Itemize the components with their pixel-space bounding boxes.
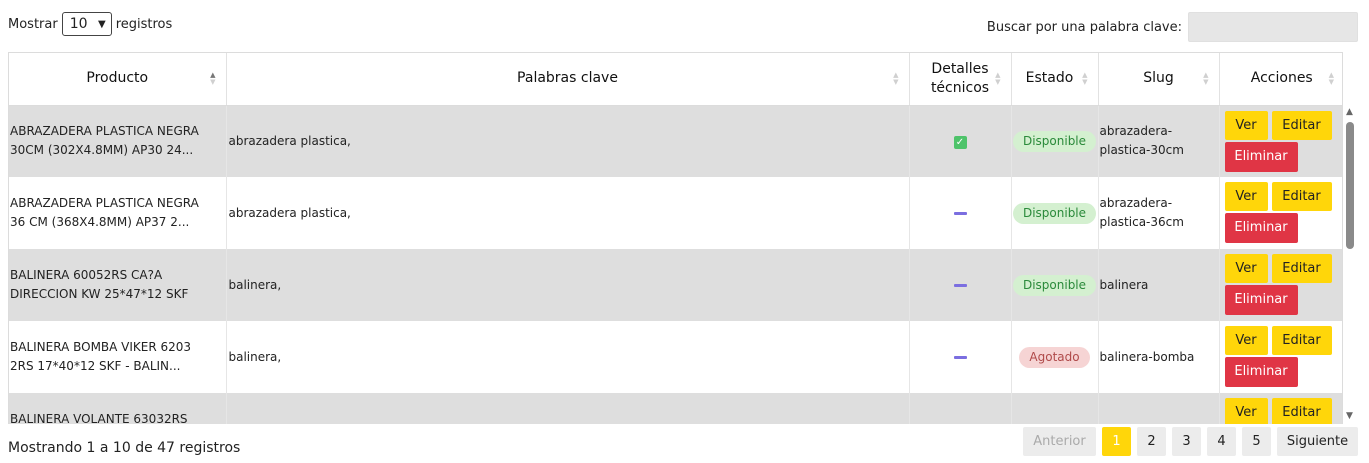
- products-table: Producto ▲ ▼ Palabras clave ▲ ▼ Detalles téc…: [8, 52, 1343, 424]
- page-button-2[interactable]: 2: [1137, 427, 1166, 456]
- keywords: abrazadera plastica,: [226, 177, 910, 249]
- slug: balinera: [1098, 249, 1220, 321]
- table-info: Mostrando 1 a 10 de 47 registros: [8, 440, 241, 456]
- delete-button[interactable]: Eliminar: [1224, 141, 1298, 172]
- header-acciones[interactable]: Acciones ▲ ▼: [1219, 53, 1342, 106]
- status-cell: Disponible: [1011, 105, 1099, 177]
- delete-button[interactable]: Eliminar: [1224, 213, 1298, 243]
- search-area: Buscar por una palabra clave:: [987, 12, 1358, 42]
- keywords: abrazadera plastica,: [226, 105, 910, 177]
- page-length-select[interactable]: 10 ▼: [61, 12, 112, 36]
- product-name: BALINERA BOMBA VIKER 6203 2RS 17*40*12 S…: [9, 321, 227, 393]
- status-badge: Disponible: [1012, 202, 1097, 224]
- edit-button[interactable]: Editar: [1271, 182, 1332, 211]
- header-label: Producto: [86, 70, 149, 87]
- tech-details-cell: [909, 321, 1012, 393]
- status-badge: Agotado: [1019, 346, 1090, 368]
- product-name: ABRAZADERA PLASTICA NEGRA 36 CM (368X4.8…: [9, 177, 227, 249]
- vertical-scrollbar[interactable]: ▲ ▼: [1343, 104, 1358, 424]
- header-estado[interactable]: Estado ▲ ▼: [1011, 53, 1099, 106]
- header-detalles-tecnicos[interactable]: Detalles técnicos ▲ ▼: [909, 53, 1012, 106]
- dash-icon: [953, 355, 967, 359]
- next-page-button[interactable]: Siguiente: [1277, 427, 1358, 456]
- status-badge: Disponible: [1012, 274, 1097, 296]
- view-button[interactable]: Ver: [1224, 254, 1268, 283]
- actions-cell: Ver Editar: [1219, 393, 1342, 424]
- edit-button[interactable]: Editar: [1271, 326, 1332, 355]
- dash-icon: [953, 283, 967, 287]
- slug: abrazadera-plastica-36cm: [1098, 177, 1220, 249]
- length-label-before: Mostrar: [8, 16, 58, 32]
- status-cell: Agotado: [1011, 321, 1099, 393]
- check-icon: ✓: [953, 135, 967, 149]
- edit-button[interactable]: Editar: [1271, 110, 1332, 140]
- product-name: BALINERA VOLANTE 63032RS: [9, 393, 227, 424]
- page-button-4[interactable]: 4: [1207, 427, 1236, 456]
- delete-button[interactable]: Eliminar: [1224, 285, 1298, 315]
- actions-cell: Ver Editar Eliminar: [1219, 177, 1342, 249]
- dash-icon: [953, 211, 967, 215]
- table-row: BALINERA 60052RS CA?A DIRECCION KW 25*47…: [9, 249, 1342, 321]
- table-header-row: Producto ▲ ▼ Palabras clave ▲ ▼ Detalles téc…: [9, 53, 1342, 106]
- sort-icon: ▲ ▼: [995, 70, 1001, 86]
- header-palabras-clave[interactable]: Palabras clave ▲ ▼: [226, 53, 910, 106]
- status-cell: Disponible: [1011, 249, 1099, 321]
- sort-icon: ▲ ▼: [210, 70, 216, 86]
- previous-page-button[interactable]: Anterior: [1023, 427, 1096, 456]
- slug: [1098, 393, 1220, 424]
- length-menu: Mostrar 10 ▼ registros: [8, 12, 172, 36]
- table-row: BALINERA VOLANTE 63032RS Ver Editar: [9, 393, 1342, 424]
- keywords: balinera,: [226, 321, 910, 393]
- sort-icon: ▲ ▼: [1082, 70, 1088, 86]
- header-slug[interactable]: Slug ▲ ▼: [1098, 53, 1220, 106]
- view-button[interactable]: Ver: [1224, 326, 1268, 355]
- edit-button[interactable]: Editar: [1271, 254, 1332, 283]
- product-name: BALINERA 60052RS CA?A DIRECCION KW 25*47…: [9, 249, 227, 321]
- view-button[interactable]: Ver: [1224, 110, 1268, 140]
- sort-icon: ▲ ▼: [1328, 70, 1334, 86]
- header-label: Acciones: [1250, 70, 1313, 87]
- product-name: ABRAZADERA PLASTICA NEGRA 30CM (302X4.8M…: [9, 105, 227, 177]
- page-button-5[interactable]: 5: [1242, 427, 1271, 456]
- view-button[interactable]: Ver: [1224, 182, 1268, 211]
- scroll-up-icon[interactable]: ▲: [1346, 107, 1353, 117]
- table-row: ABRAZADERA PLASTICA NEGRA 36 CM (368X4.8…: [9, 177, 1342, 249]
- status-badge: Disponible: [1012, 130, 1097, 152]
- header-label: Detalles técnicos: [930, 60, 990, 96]
- table-row: ABRAZADERA PLASTICA NEGRA 30CM (302X4.8M…: [9, 105, 1342, 177]
- status-cell: Disponible: [1011, 177, 1099, 249]
- page-length-value: 10: [69, 16, 88, 32]
- chevron-down-icon: ▼: [98, 18, 106, 30]
- tech-details-cell: ✓: [909, 105, 1012, 177]
- view-button[interactable]: Ver: [1224, 398, 1268, 424]
- header-label: Palabras clave: [517, 70, 618, 87]
- slug: balinera-bomba: [1098, 321, 1220, 393]
- table-row: BALINERA BOMBA VIKER 6203 2RS 17*40*12 S…: [9, 321, 1342, 393]
- header-label: Estado: [1025, 70, 1074, 87]
- sort-icon: ▲ ▼: [1203, 70, 1209, 86]
- slug: abrazadera-plastica-30cm: [1098, 105, 1220, 177]
- page-button-1[interactable]: 1: [1102, 427, 1131, 456]
- header-label: Slug: [1143, 70, 1174, 87]
- search-input[interactable]: [1188, 12, 1358, 42]
- tech-details-cell: [909, 249, 1012, 321]
- keywords: balinera,: [226, 249, 910, 321]
- tech-details-cell: [909, 177, 1012, 249]
- actions-cell: Ver Editar Eliminar: [1219, 249, 1342, 321]
- keywords: [226, 393, 910, 424]
- page-button-3[interactable]: 3: [1172, 427, 1201, 456]
- actions-cell: Ver Editar Eliminar: [1219, 321, 1342, 393]
- scrollbar-thumb[interactable]: [1346, 122, 1354, 249]
- actions-cell: Ver Editar Eliminar: [1219, 105, 1342, 177]
- pagination: Anterior 1 2 3 4 5 Siguiente: [1023, 427, 1358, 456]
- delete-button[interactable]: Eliminar: [1224, 357, 1298, 387]
- sort-icon: ▲ ▼: [893, 70, 899, 86]
- tech-details-cell: [909, 393, 1012, 424]
- length-label-after: registros: [115, 16, 173, 32]
- edit-button[interactable]: Editar: [1271, 398, 1332, 424]
- header-producto[interactable]: Producto ▲ ▼: [9, 53, 227, 106]
- status-cell: [1011, 393, 1099, 424]
- search-label: Buscar por una palabra clave:: [986, 19, 1182, 35]
- scroll-down-icon[interactable]: ▼: [1346, 411, 1353, 421]
